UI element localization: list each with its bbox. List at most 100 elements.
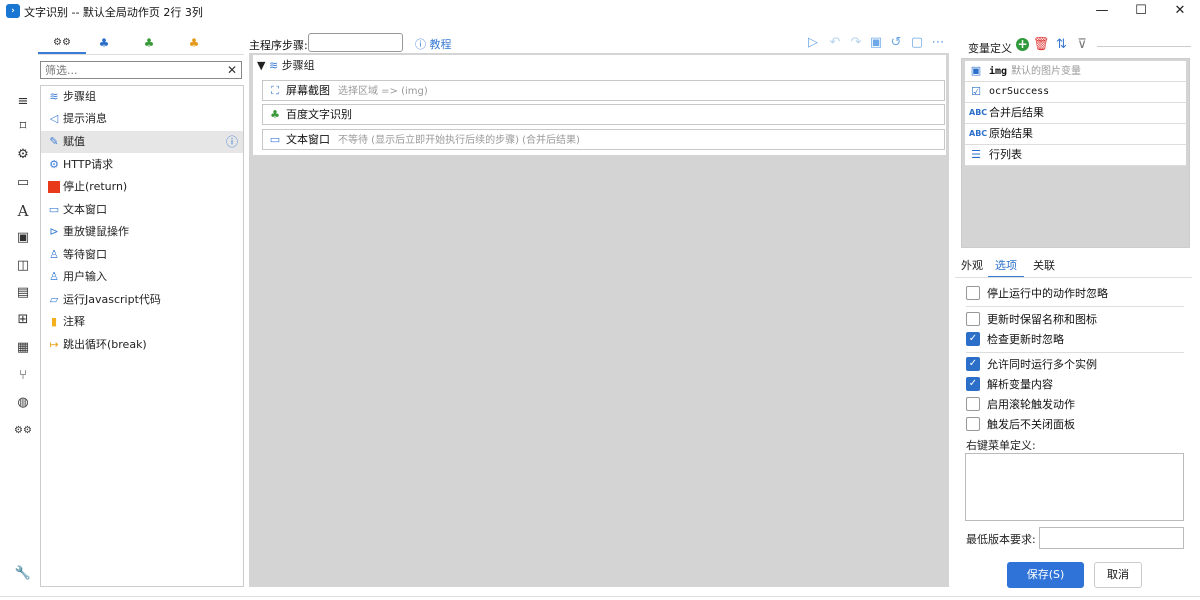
action-label: 步骤组 — [63, 90, 96, 103]
layers-icon: ≋ — [49, 90, 59, 103]
variable-name: 合并后结果 — [989, 106, 1044, 119]
action-item-text-window[interactable]: ▭ 文本窗口 — [41, 199, 243, 221]
main-steps-input[interactable] — [308, 33, 403, 52]
checkbox[interactable] — [966, 286, 980, 300]
font-icon[interactable]: A — [8, 201, 38, 221]
info-icon: ⓘ — [415, 38, 426, 51]
checkbox[interactable] — [966, 417, 980, 431]
note-icon: ▮ — [50, 315, 58, 328]
checkbox[interactable] — [966, 397, 980, 411]
triad-green-icon: ♣ — [270, 108, 280, 121]
action-label: 赋值 — [63, 135, 85, 148]
settings-icon[interactable]: ⚙ — [8, 145, 38, 165]
menu-icon[interactable]: ≡ — [8, 92, 38, 112]
bottom-divider — [0, 596, 1200, 597]
undo-icon[interactable]: ↶ — [826, 35, 844, 51]
checkbox-icon: ☑ — [971, 85, 981, 98]
checkbox[interactable] — [966, 312, 980, 326]
step-screenshot[interactable]: ⛶ 屏幕截图 选择区域 => (img) — [262, 80, 945, 101]
tutorial-link[interactable]: ⓘ 教程 — [415, 36, 452, 52]
tab-options[interactable]: 选项 — [988, 256, 1024, 276]
more-icon[interactable]: ⋯ — [929, 35, 947, 51]
window-icon[interactable]: ▭ — [8, 173, 38, 193]
note-icon[interactable]: ▢ — [908, 35, 926, 51]
document-icon[interactable]: ▤ — [8, 283, 38, 303]
context-menu-label: 右键菜单定义: — [966, 439, 1036, 452]
checkbox[interactable]: ✓ — [966, 332, 980, 346]
delete-variable-icon[interactable]: 🗑 — [1033, 37, 1050, 52]
window-icon: ▭ — [269, 133, 281, 146]
action-item-replay[interactable]: ⊳ 重放键鼠操作 — [41, 221, 243, 243]
clipboard-icon[interactable]: ◫ — [8, 256, 38, 276]
filter-icon[interactable]: ⊽ — [1074, 37, 1091, 52]
action-item-break[interactable]: ↦ 跳出循环(break) — [41, 334, 243, 356]
bookmark-icon[interactable]: ⌑ — [8, 117, 38, 137]
tab-green-actions[interactable]: ♣ — [129, 34, 169, 52]
min-version-input[interactable] — [1039, 527, 1184, 549]
variable-item-raw-result[interactable]: ABC 原始结果 — [965, 124, 1186, 145]
gears-icon[interactable]: ⚙⚙ — [8, 421, 38, 441]
action-item-message[interactable]: ◁ 提示消息 — [41, 108, 243, 130]
save-icon[interactable]: ▣ — [867, 35, 885, 51]
action-item-run-js[interactable]: ▱ 运行Javascript代码 — [41, 289, 243, 311]
tab-divider — [955, 277, 1192, 278]
expand-icon[interactable]: ▼ — [257, 59, 265, 72]
play-icon: ⊳ — [49, 225, 59, 238]
exit-icon: ↦ — [49, 338, 59, 351]
action-item-user-input[interactable]: ♙ 用户输入 — [41, 266, 243, 288]
divider — [966, 352, 1184, 353]
action-label: 跳出循环(break) — [63, 338, 147, 351]
gears-icon: ⚙⚙ — [53, 37, 71, 48]
clear-filter-icon[interactable]: ✕ — [227, 62, 237, 78]
sort-icon[interactable]: ⇅ — [1053, 37, 1070, 52]
windows-icon[interactable]: ⊞ — [8, 310, 38, 330]
variable-item-merged-result[interactable]: ABC 合并后结果 — [965, 103, 1186, 124]
git-branch-icon[interactable]: ⑂ — [8, 366, 38, 386]
step-name: 百度文字识别 — [286, 108, 352, 121]
variable-item-img[interactable]: ▣ img 默认的图片变量 — [965, 61, 1186, 82]
info-icon[interactable]: ⓘ — [226, 131, 238, 153]
tab-associations[interactable]: 关联 — [1026, 256, 1062, 276]
variable-item-ocrsuccess[interactable]: ☑ ocrSuccess — [965, 82, 1186, 103]
tab-appearance[interactable]: 外观 — [956, 256, 988, 276]
option-label: 停止运行中的动作时忽略 — [987, 287, 1108, 300]
megaphone-icon: ◁ — [49, 112, 59, 125]
settings-icon: ⚙ — [49, 158, 59, 171]
tab-orange-actions[interactable]: ♣ — [174, 34, 214, 52]
step-text-window[interactable]: ▭ 文本窗口 不等待 (显示后立即开始执行后续的步骤) (合并后结果) — [262, 129, 945, 150]
history-icon[interactable]: ↺ — [887, 35, 905, 51]
minimize-button[interactable]: — — [1082, 0, 1122, 22]
tab-general-actions[interactable]: ⚙⚙ — [42, 34, 82, 52]
step-group-row[interactable]: ▼ ≋ 步骤组 — [257, 58, 315, 74]
action-item-assign[interactable]: ✎ 赋值 ⓘ — [41, 131, 243, 153]
add-variable-icon[interactable]: + — [1016, 38, 1029, 51]
close-button[interactable]: ✕ — [1160, 0, 1200, 22]
context-menu-input[interactable] — [965, 453, 1184, 521]
layers-icon: ≋ — [268, 59, 279, 72]
redo-icon[interactable]: ↷ — [847, 35, 865, 51]
tutorial-label: 教程 — [429, 38, 452, 51]
cancel-button[interactable]: 取消 — [1094, 562, 1142, 588]
globe-icon[interactable]: ◍ — [8, 393, 38, 413]
checkbox[interactable]: ✓ — [966, 377, 980, 391]
maximize-button[interactable]: ☐ — [1121, 0, 1161, 22]
variable-item-line-list[interactable]: ☰ 行列表 — [965, 145, 1186, 166]
action-item-comment[interactable]: ▮ 注释 — [41, 311, 243, 333]
step-baidu-ocr[interactable]: ♣ 百度文字识别 — [262, 104, 945, 125]
action-label: 提示消息 — [63, 112, 107, 125]
option-label: 启用滚轮触发动作 — [987, 398, 1075, 411]
filter-input[interactable] — [41, 62, 225, 78]
action-item-http[interactable]: ⚙ HTTP请求 — [41, 154, 243, 176]
play-icon[interactable]: ▷ — [804, 35, 822, 51]
action-item-wait-window[interactable]: ♙ 等待窗口 — [41, 244, 243, 266]
wrench-icon[interactable]: 🔧 — [8, 564, 38, 584]
option-label: 检查更新时忽略 — [987, 333, 1064, 346]
tab-blue-actions[interactable]: ♣ — [84, 34, 124, 52]
grid-icon[interactable]: ▦ — [8, 338, 38, 358]
checkbox[interactable]: ✓ — [966, 357, 980, 371]
action-item-step-group[interactable]: ≋ 步骤组 — [41, 86, 243, 108]
save-button[interactable]: 保存(S) — [1007, 562, 1084, 588]
image-icon[interactable]: ▣ — [8, 228, 38, 248]
action-item-stop[interactable]: 停止(return) — [41, 176, 243, 198]
option-label: 允许同时运行多个实例 — [987, 358, 1097, 371]
